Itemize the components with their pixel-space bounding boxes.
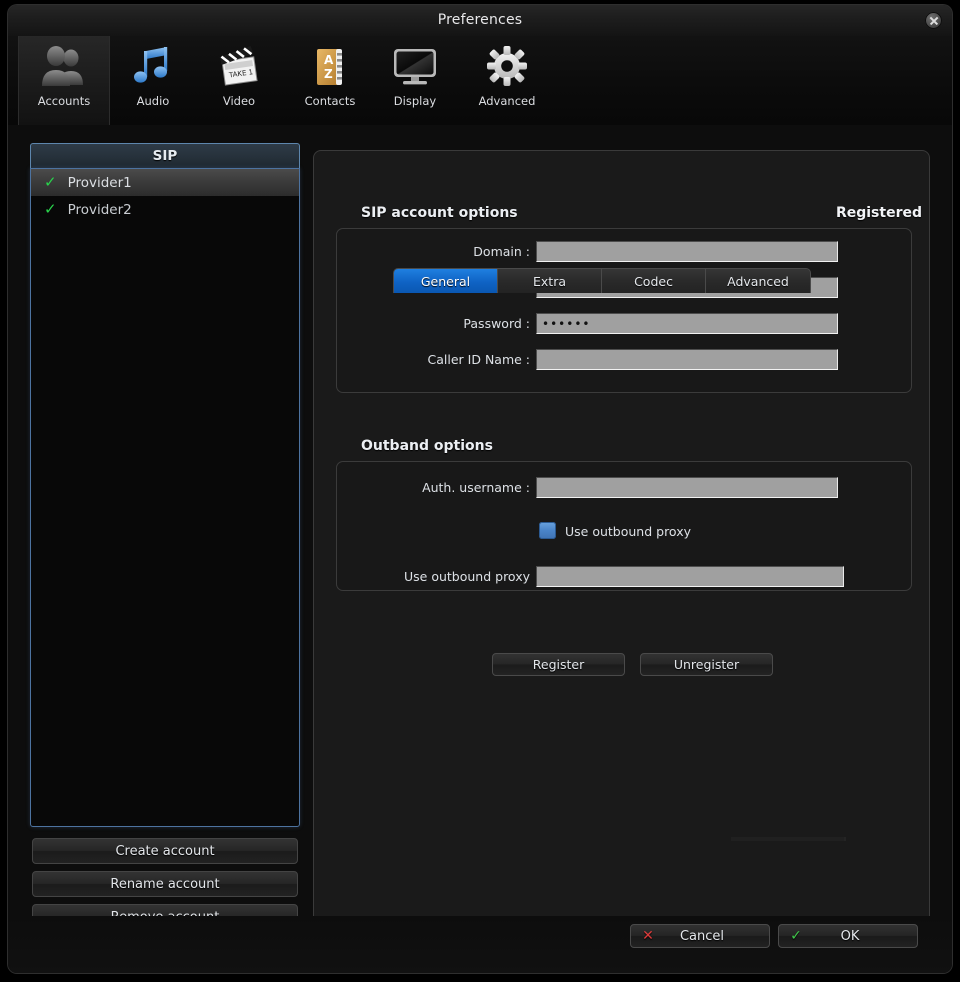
close-circle-icon[interactable]: [925, 12, 942, 29]
toolbar-label: Display: [394, 94, 436, 108]
toolbar-item-contacts[interactable]: A Z Contacts: [284, 36, 376, 125]
x-mark-icon: ✕: [631, 928, 665, 944]
account-list-item[interactable]: ✓ Provider1: [31, 169, 299, 196]
use-outbound-proxy-checkbox[interactable]: [539, 522, 556, 539]
monitor-icon: [389, 43, 441, 91]
check-mark-icon: ✓: [44, 175, 57, 190]
caller-id-name-label: Caller ID Name :: [360, 352, 530, 367]
create-account-button[interactable]: Create account: [32, 838, 298, 864]
toolbar-item-accounts[interactable]: Accounts: [18, 36, 110, 125]
unregister-button[interactable]: Unregister: [640, 653, 773, 676]
tab-extra[interactable]: Extra: [498, 269, 602, 293]
ok-label: OK: [813, 929, 917, 944]
toolbar-item-display[interactable]: Display: [372, 36, 458, 125]
check-mark-icon: ✓: [779, 928, 813, 944]
window-titlebar: Preferences: [8, 5, 952, 36]
toolbar-label: Audio: [137, 94, 170, 108]
preferences-toolbar: Accounts Audio: [8, 36, 952, 126]
preferences-content: SIP ✓ Provider1 ✓ Provider2 Create accou…: [8, 125, 952, 973]
auth-username-input[interactable]: [536, 477, 838, 498]
check-mark-icon: ✓: [44, 202, 57, 217]
password-label: Password :: [378, 316, 530, 331]
sip-account-options-title: SIP account options: [361, 205, 518, 221]
use-outbound-proxy-label: Use outbound proxy: [565, 524, 691, 539]
address-book-icon: A Z: [304, 43, 356, 91]
caller-id-name-input[interactable]: [536, 349, 838, 370]
toolbar-label: Advanced: [479, 94, 536, 108]
account-list[interactable]: ✓ Provider1 ✓ Provider2: [30, 168, 300, 827]
register-button[interactable]: Register: [492, 653, 625, 676]
sip-list-header: SIP: [30, 143, 300, 168]
account-name: Provider1: [68, 175, 132, 191]
toolbar-label: Video: [223, 94, 255, 108]
window-title: Preferences: [8, 12, 952, 28]
account-name: Provider2: [68, 202, 132, 218]
registration-status-badge: Registered: [836, 205, 922, 221]
toolbar-item-advanced[interactable]: Advanced: [460, 36, 554, 125]
toolbar-item-video[interactable]: TAKE 1 Video: [196, 36, 282, 125]
password-input[interactable]: ••••••: [536, 313, 838, 334]
tab-advanced[interactable]: Advanced: [706, 269, 810, 293]
domain-label: Domain :: [378, 244, 530, 259]
rename-account-button[interactable]: Rename account: [32, 871, 298, 897]
outband-options-title: Outband options: [361, 438, 493, 454]
domain-input[interactable]: [536, 241, 838, 262]
tab-general[interactable]: General: [394, 269, 498, 293]
toolbar-label: Contacts: [305, 94, 356, 108]
ok-button[interactable]: ✓ OK: [778, 924, 918, 948]
panel-divider: [731, 837, 846, 841]
dialog-footer: ✕ Cancel ✓ OK: [8, 916, 952, 973]
preferences-window: Preferences Accounts: [8, 5, 952, 973]
gear-icon: [481, 43, 533, 91]
toolbar-item-audio[interactable]: Audio: [112, 36, 194, 125]
clapperboard-icon: TAKE 1: [213, 43, 265, 91]
account-list-item[interactable]: ✓ Provider2: [31, 196, 299, 223]
svg-text:A: A: [324, 53, 334, 67]
auth-username-label: Auth. username :: [378, 480, 530, 495]
settings-tabstrip: General Extra Codec Advanced: [393, 268, 811, 293]
outbound-proxy-label: Use outbound proxy: [372, 569, 530, 584]
tab-codec[interactable]: Codec: [602, 269, 706, 293]
cancel-label: Cancel: [665, 929, 769, 944]
users-icon: [38, 43, 90, 91]
accounts-sidebar: SIP ✓ Provider1 ✓ Provider2 Create accou…: [30, 143, 302, 948]
svg-text:Z: Z: [324, 67, 333, 81]
toolbar-label: Accounts: [38, 94, 90, 108]
cancel-button[interactable]: ✕ Cancel: [630, 924, 770, 948]
outbound-proxy-input[interactable]: [536, 566, 844, 587]
music-note-icon: [127, 43, 179, 91]
